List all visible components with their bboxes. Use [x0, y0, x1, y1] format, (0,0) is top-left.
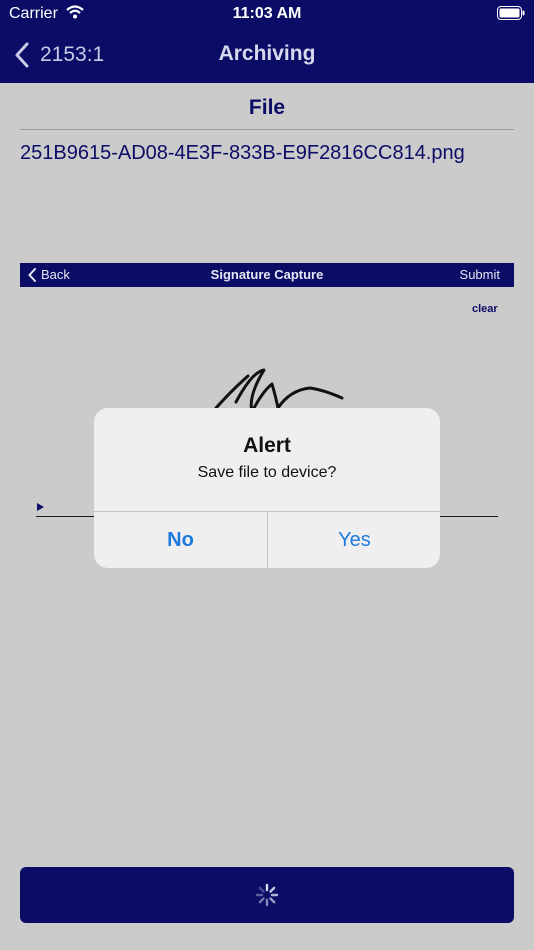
archive-action-button[interactable]: [20, 867, 514, 923]
signature-capture-toolbar: Back Signature Capture Submit: [20, 263, 514, 287]
signature-line-marker: [37, 503, 44, 511]
navigation-bar: 2153:1 Archiving: [0, 28, 534, 83]
alert-yes-button[interactable]: Yes: [268, 512, 440, 568]
alert-dialog: Alert Save file to device? No Yes: [94, 408, 440, 568]
alert-title: Alert: [243, 434, 291, 457]
spinner-icon: [255, 883, 279, 907]
clear-button[interactable]: clear: [472, 303, 498, 315]
file-heading: File: [248, 96, 286, 119]
status-time: 11:03 AM: [232, 5, 302, 22]
file-name: 251B9615-AD08-4E3F-833B-E9F2816CC814.png: [20, 142, 465, 164]
battery-icon: [497, 6, 525, 20]
alert-no-button[interactable]: No: [94, 512, 267, 568]
alert-message: Save file to device?: [197, 464, 337, 481]
signature-capture-title: Signature Capture: [210, 267, 324, 282]
status-bar: Carrier 11:03 AM: [0, 0, 534, 28]
divider: [20, 129, 514, 130]
page-title: Archiving: [218, 42, 316, 65]
submit-button[interactable]: Submit: [460, 267, 500, 282]
